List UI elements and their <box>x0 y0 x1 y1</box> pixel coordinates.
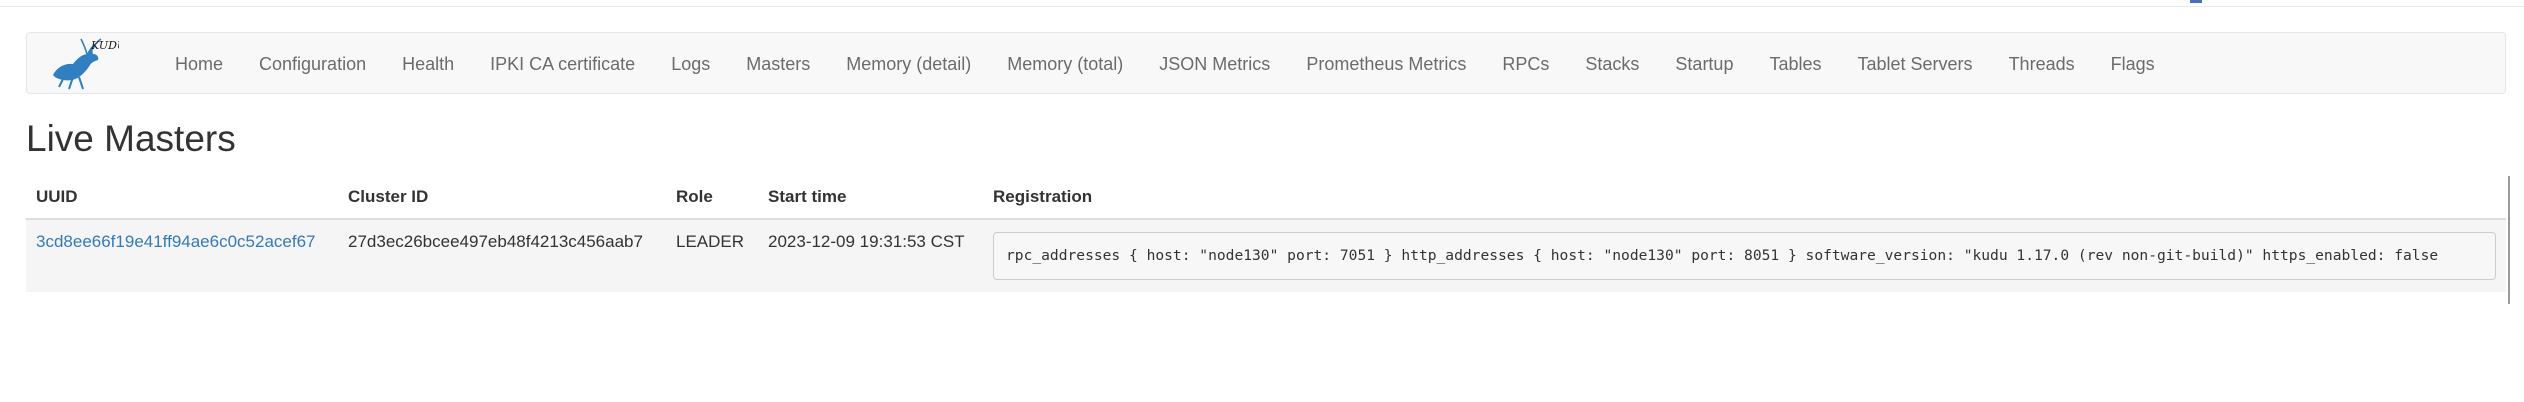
nav-item-memory-detail[interactable]: Memory (detail) <box>828 33 989 95</box>
table-row: 3cd8ee66f19e41ff94ae6c0c52acef67 27d3ec2… <box>26 218 2506 292</box>
masters-table-container: UUID Cluster ID Role Start time Registra… <box>26 176 2510 304</box>
cell-uuid: 3cd8ee66f19e41ff94ae6c0c52acef67 <box>26 218 338 292</box>
nav-item-ipki-ca-certificate[interactable]: IPKI CA certificate <box>472 33 653 95</box>
header-start-time: Start time <box>758 176 983 220</box>
nav-item-stacks[interactable]: Stacks <box>1567 33 1657 95</box>
header-cluster-id: Cluster ID <box>338 176 666 220</box>
nav-item-flags[interactable]: Flags <box>2093 33 2173 95</box>
nav-item-prometheus-metrics[interactable]: Prometheus Metrics <box>1288 33 1484 95</box>
cell-cluster-id: 27d3ec26bcee497eb48f4213c456aab7 <box>338 218 666 292</box>
nav-item-home[interactable]: Home <box>157 33 241 95</box>
nav-item-rpcs[interactable]: RPCs <box>1484 33 1567 95</box>
cell-role: LEADER <box>666 218 758 292</box>
kudu-antelope-icon: KUDU <box>53 38 127 90</box>
nav-item-threads[interactable]: Threads <box>1991 33 2093 95</box>
nav-item-startup[interactable]: Startup <box>1657 33 1751 95</box>
masters-table: UUID Cluster ID Role Start time Registra… <box>26 176 2506 292</box>
nav-item-health[interactable]: Health <box>384 33 472 95</box>
table-header-row: UUID Cluster ID Role Start time Registra… <box>26 176 2506 220</box>
page-title: Live Masters <box>26 118 236 159</box>
cell-start-time: 2023-12-09 19:31:53 CST <box>758 218 983 292</box>
top-strip-marker <box>2190 0 2202 3</box>
navbar: KUDU Home Configuration Health IPKI CA c… <box>26 32 2506 94</box>
nav-item-tables[interactable]: Tables <box>1751 33 1839 95</box>
registration-code-block: rpc_addresses { host: "node130" port: 70… <box>993 232 2496 280</box>
header-uuid: UUID <box>26 176 338 220</box>
logo-wordmark: KUDU <box>90 39 119 52</box>
nav-item-tablet-servers[interactable]: Tablet Servers <box>1840 33 1991 95</box>
nav-menu: Home Configuration Health IPKI CA certif… <box>157 33 2173 95</box>
header-registration: Registration <box>983 176 2506 220</box>
cell-registration: rpc_addresses { host: "node130" port: 70… <box>983 218 2506 292</box>
master-uuid-link[interactable]: 3cd8ee66f19e41ff94ae6c0c52acef67 <box>36 232 316 251</box>
top-strip <box>0 0 2524 7</box>
nav-item-configuration[interactable]: Configuration <box>241 33 384 95</box>
nav-item-logs[interactable]: Logs <box>653 33 728 95</box>
nav-item-masters[interactable]: Masters <box>728 33 828 95</box>
nav-item-memory-total[interactable]: Memory (total) <box>989 33 1141 95</box>
header-role: Role <box>666 176 758 220</box>
nav-item-json-metrics[interactable]: JSON Metrics <box>1141 33 1288 95</box>
kudu-logo[interactable]: KUDU <box>43 37 127 93</box>
